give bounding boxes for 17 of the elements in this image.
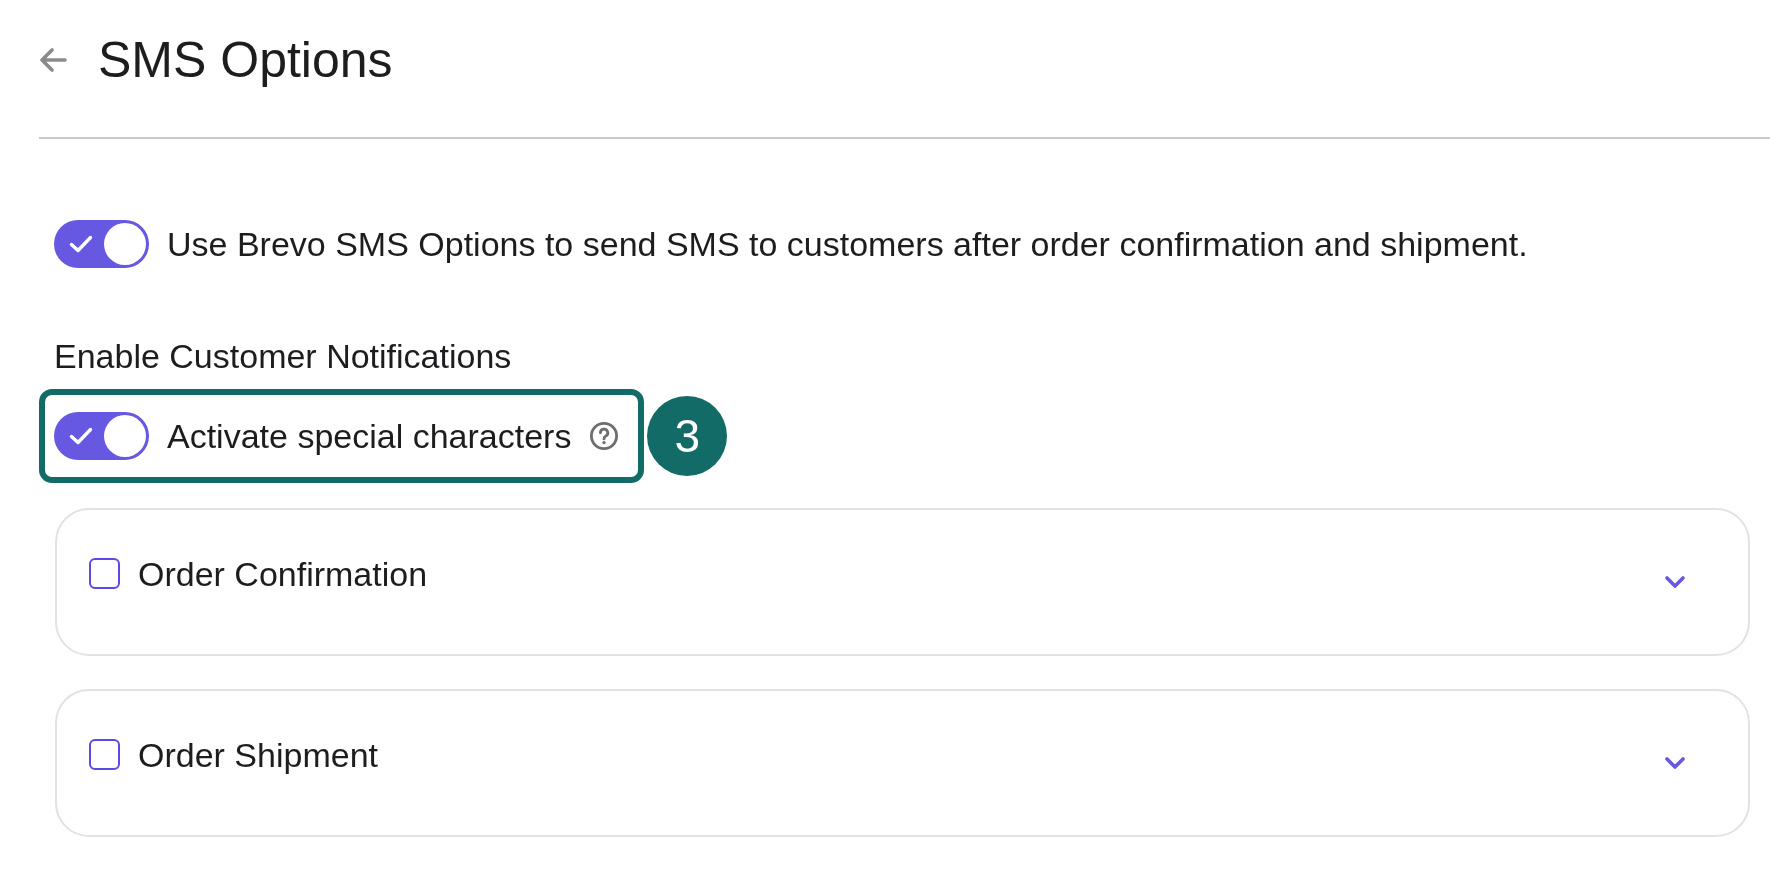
check-icon — [69, 235, 93, 253]
section-title: Enable Customer Notifications — [54, 336, 513, 376]
accordion-title: Order Confirmation — [138, 553, 428, 594]
help-icon[interactable] — [589, 421, 620, 451]
chevron-down-icon[interactable] — [1664, 575, 1686, 589]
accordion-title: Order Shipment — [138, 734, 378, 775]
toggle-switch[interactable] — [54, 412, 149, 460]
toggle-label: Activate special characters — [167, 416, 572, 456]
chevron-down-icon[interactable] — [1664, 756, 1686, 770]
check-icon — [69, 427, 93, 445]
page-title: SMS Options — [98, 31, 393, 90]
back-arrow-icon[interactable] — [39, 47, 67, 73]
checkbox[interactable] — [89, 739, 120, 770]
checkbox[interactable] — [89, 558, 120, 589]
toggle-label: Use Brevo SMS Options to send SMS to customers after order confirmation and shipment. — [167, 224, 1528, 264]
toggle-switch[interactable] — [54, 220, 149, 268]
step-number: 3 — [647, 396, 728, 476]
